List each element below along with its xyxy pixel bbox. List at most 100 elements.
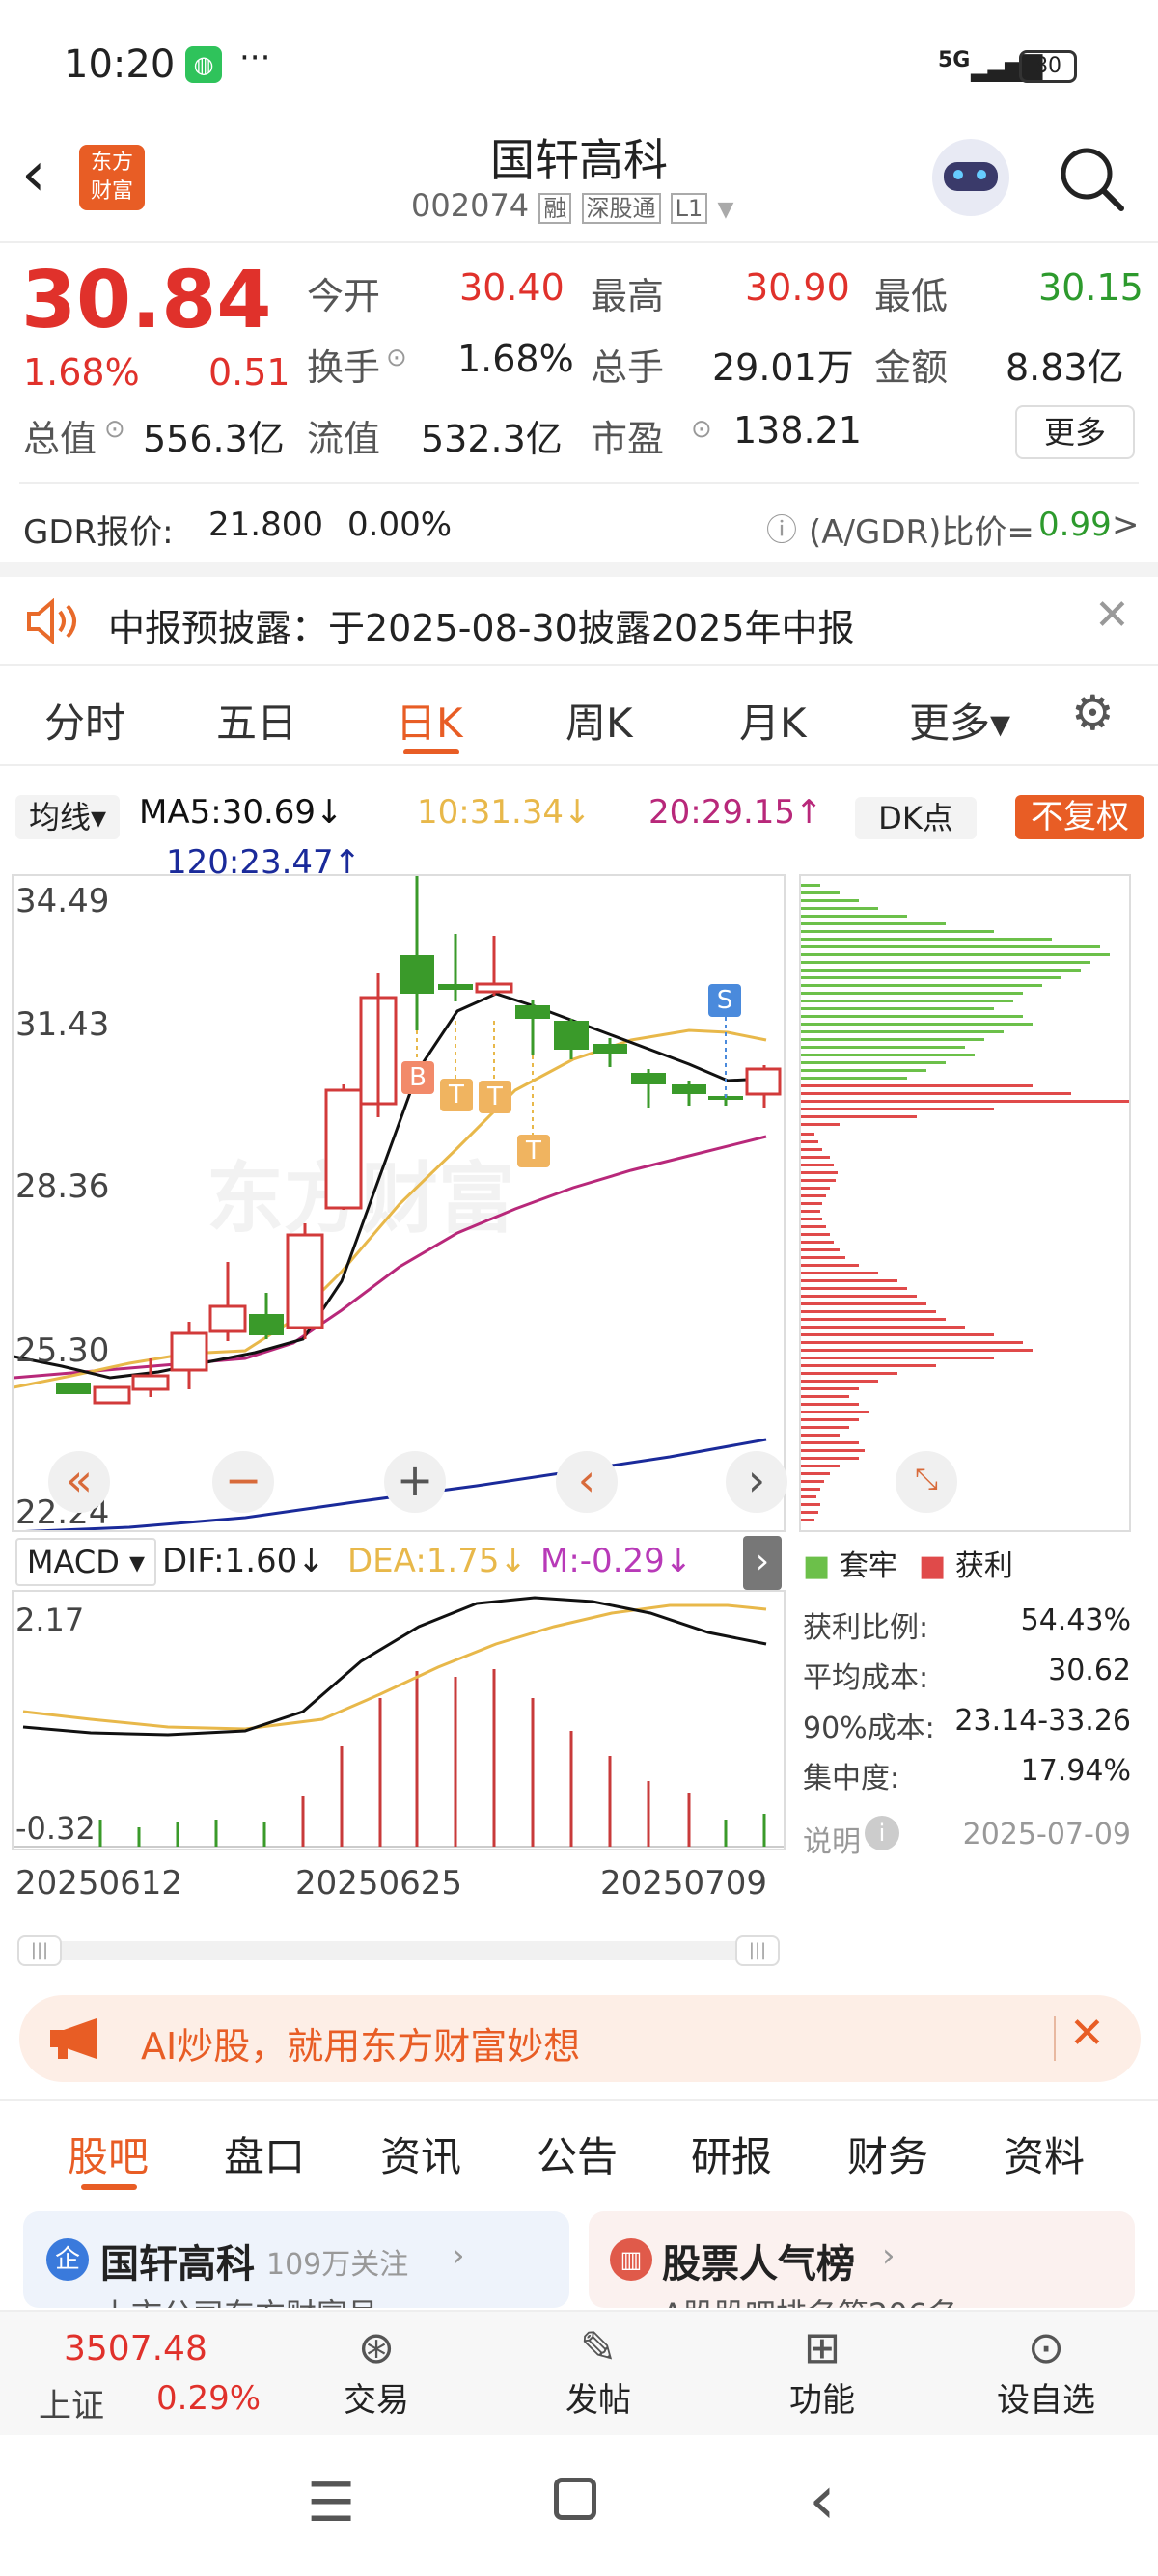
tab-intraday[interactable]: 分时 <box>44 691 125 750</box>
dropdown-icon[interactable]: ▼ <box>717 198 733 222</box>
more-circle-icon: ⊙ <box>1027 2321 1065 2373</box>
wechat-icon: ◍ <box>185 46 222 83</box>
kline-chart[interactable]: 东方财富 <box>12 874 787 1532</box>
index-value[interactable]: 3507.48 <box>64 2329 207 2369</box>
next-icon[interactable]: › <box>726 1451 787 1513</box>
tab-orderbook[interactable]: 盘口 <box>224 2124 305 2183</box>
zoom-out-icon[interactable]: − <box>212 1451 274 1513</box>
system-nav-bar: ☰ ‹ <box>0 2435 1158 2576</box>
notice-bar[interactable]: 中报预披露：于2025-08-30披露2025年中报 ✕ <box>0 577 1158 664</box>
ma-legend: 均线▾ MA5:30.69↓ 10:31.34↓ 20:29.15↑ 120:2… <box>0 768 1158 882</box>
scroll-handle-left[interactable]: ||| <box>17 1935 62 1966</box>
open-value: 30.40 <box>459 266 565 309</box>
popularity-card[interactable]: ▥ 股票人气榜 › A股股吧排名第206名 <box>589 2211 1135 2308</box>
t-marker[interactable]: T <box>517 1135 550 1167</box>
tab-profile[interactable]: 资料 <box>1004 2124 1085 2183</box>
kline-svg <box>14 876 782 1530</box>
index-pct[interactable]: 0.29% <box>156 2379 261 2418</box>
tab-more[interactable]: 更多▾ <box>909 691 1010 750</box>
tab-news[interactable]: 资讯 <box>380 2124 461 2183</box>
stock-code-row: 002074 融 深股通 L1 ▼ <box>411 187 733 224</box>
chip-label: 90%成本: <box>803 1712 935 1745</box>
grid-icon: ⊞ <box>803 2321 841 2373</box>
scroll-handle-right[interactable]: ||| <box>735 1935 780 1966</box>
ma5-label: MA5:30.69↓ <box>139 793 344 832</box>
indicator-select[interactable]: 均线▾ <box>15 795 120 839</box>
tab-monthly-k[interactable]: 月K <box>739 691 807 750</box>
candle <box>170 1331 208 1372</box>
dk-button[interactable]: DK点 <box>855 797 977 839</box>
ratio-arrow[interactable]: > <box>1112 506 1140 544</box>
chip-value: 17.94% <box>1020 1754 1131 1788</box>
no-adjust-button[interactable]: 不复权 <box>1015 795 1144 839</box>
tab-announcements[interactable]: 公告 <box>537 2124 618 2183</box>
mcap-value: 556.3亿 <box>143 418 285 460</box>
chart-scrollbar[interactable]: ||| ||| <box>17 1935 780 1966</box>
stock-forum-card[interactable]: 企 国轩高科 109万关注 › 上市公司东方财富号 <box>23 2211 569 2308</box>
chart-tabs: 分时 五日 日K 周K 月K 更多▾ ⚙ <box>0 666 1158 766</box>
add-watchlist-label: 设自选 <box>997 2381 1095 2420</box>
search-icon[interactable] <box>1058 145 1127 214</box>
info-icon[interactable]: ⊙ <box>691 415 712 444</box>
functions-button[interactable]: ⊞ 功能 <box>745 2321 899 2421</box>
candle <box>593 1044 627 1054</box>
tab-daily-k[interactable]: 日K <box>396 691 463 750</box>
chevron-right-icon: › <box>882 2236 896 2275</box>
zoom-in-icon[interactable]: + <box>384 1451 446 1513</box>
tab-weekly-k[interactable]: 周K <box>565 691 633 750</box>
expand-icon[interactable]: ⤡ <box>896 1451 957 1513</box>
expand-panel-icon[interactable]: › <box>743 1536 782 1590</box>
functions-label: 功能 <box>789 2381 855 2420</box>
ai-ad-banner[interactable]: AI炒股，就用东方财富妙想 ✕ <box>19 1995 1141 2082</box>
candle <box>131 1374 170 1391</box>
macd-svg <box>14 1596 784 1848</box>
tab-guba[interactable]: 股吧 <box>68 2124 149 2183</box>
info-icon[interactable]: ⊙ <box>104 415 125 444</box>
float-value: 532.3亿 <box>421 418 563 460</box>
buy-marker[interactable]: B <box>401 1061 434 1094</box>
settings-icon[interactable]: ⚙ <box>1071 685 1115 741</box>
prev-icon[interactable]: ‹ <box>556 1451 618 1513</box>
stock-header: ‹ 东方 财富 国轩高科 002074 融 深股通 L1 ▼ <box>0 125 1158 241</box>
ma10-label: 10:31.34↓ <box>417 793 592 832</box>
t-marker[interactable]: T <box>479 1081 511 1113</box>
menu-icon[interactable]: ☰ <box>307 2472 355 2535</box>
sell-marker[interactable]: S <box>708 984 741 1017</box>
price-axis-label: 31.43 <box>15 1005 110 1044</box>
last-price: 30.84 <box>21 255 272 346</box>
macd-chart[interactable]: 2.17 -0.32 <box>12 1590 786 1850</box>
turnover-label: 换手 <box>307 346 381 389</box>
candle <box>745 1067 782 1096</box>
post-button[interactable]: ✎ 发帖 <box>521 2321 676 2421</box>
add-watchlist-button[interactable]: ⊙ 设自选 <box>969 2321 1123 2421</box>
info-icon[interactable]: ⊙ <box>386 343 407 372</box>
candle <box>208 1304 247 1333</box>
date-label: 20250612 <box>15 1864 183 1903</box>
tab-five-day[interactable]: 五日 <box>216 691 297 750</box>
trade-button[interactable]: ⊛ 交易 <box>299 2321 454 2421</box>
robot-avatar[interactable] <box>932 139 1009 216</box>
trade-icon: ⊛ <box>357 2321 396 2373</box>
chip-distribution[interactable]: ⤡ <box>799 874 1131 1532</box>
pe-value: 138.21 <box>733 409 862 452</box>
back-nav-icon[interactable]: ‹ <box>809 2460 836 2539</box>
close-icon[interactable]: ✕ <box>1069 2009 1105 2058</box>
tab-research[interactable]: 研报 <box>691 2124 772 2183</box>
t-marker[interactable]: T <box>440 1079 473 1111</box>
close-icon[interactable]: ✕ <box>1094 590 1130 640</box>
card-subtitle: A股股吧排名第206名 <box>662 2290 958 2308</box>
tab-financials[interactable]: 财务 <box>847 2124 928 2183</box>
info-icon[interactable]: i <box>865 1816 899 1850</box>
macd-select[interactable]: MACD ▾ <box>15 1538 156 1586</box>
trade-label: 交易 <box>344 2381 409 2420</box>
more-button[interactable]: 更多 <box>1015 405 1135 459</box>
chip-bars <box>801 884 1129 1521</box>
help-icon[interactable]: ⓘ <box>766 506 797 550</box>
index-name[interactable]: 上证 <box>39 2379 104 2426</box>
candle <box>400 955 434 994</box>
rewind-icon[interactable]: « <box>48 1451 110 1513</box>
ma20-line <box>14 1135 767 1380</box>
home-icon[interactable] <box>554 2478 596 2520</box>
legend-trapped-label: 套牢 <box>839 1549 897 1583</box>
chip-label: 平均成本: <box>803 1661 929 1695</box>
